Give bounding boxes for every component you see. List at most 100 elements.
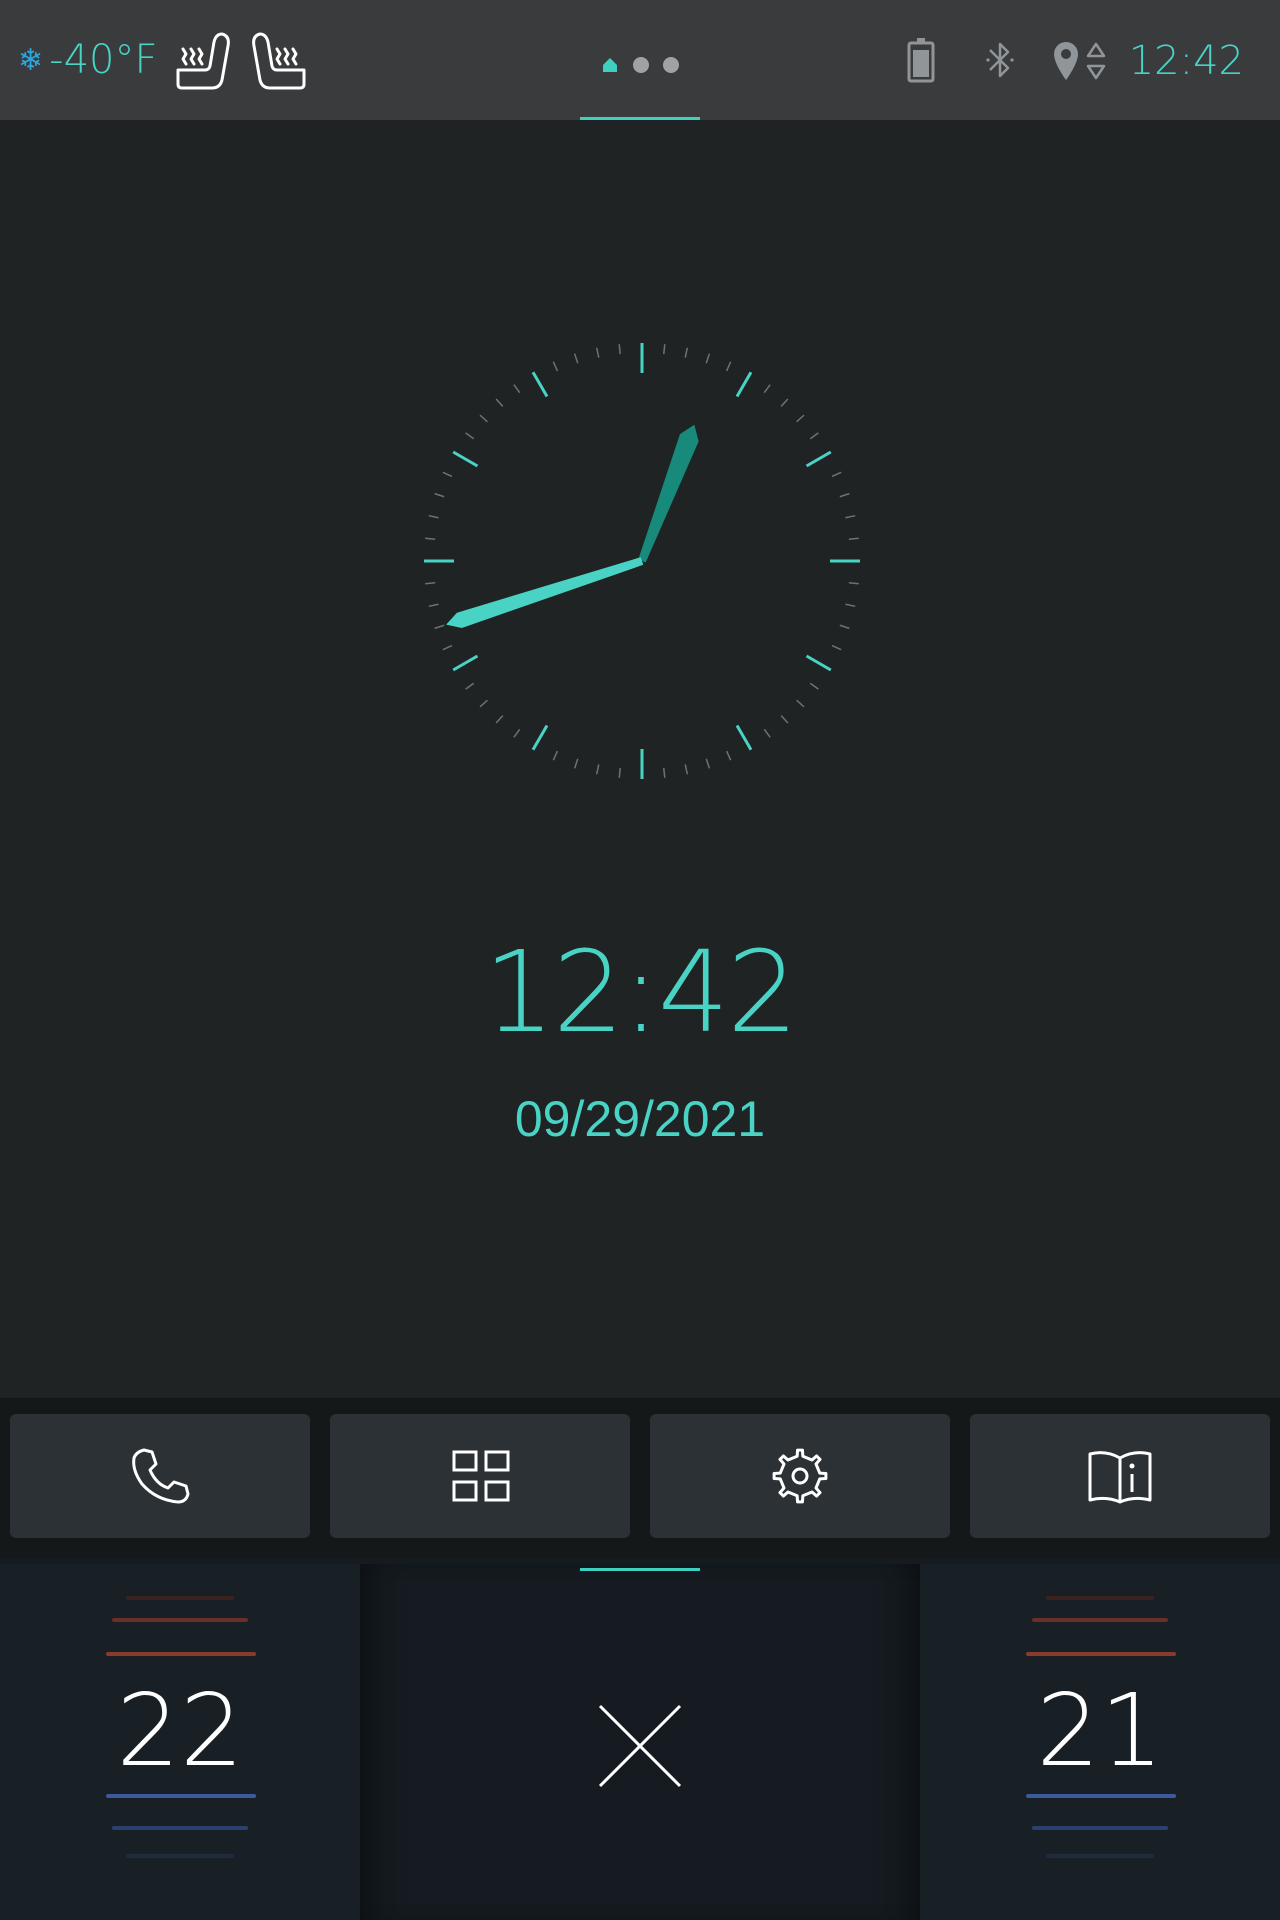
seat-heat-right-icon[interactable] — [250, 30, 310, 92]
apps-button[interactable] — [330, 1414, 630, 1538]
clock-minute-tick — [495, 398, 504, 407]
clock-minute-tick — [513, 384, 521, 394]
clock-minute-tick — [848, 581, 859, 585]
clock-minute-tick — [839, 624, 850, 630]
seat-heat-left-icon[interactable] — [172, 30, 232, 92]
clock-minute-tick — [434, 492, 445, 498]
clock-minute-tick — [809, 682, 819, 690]
clock-minute-tick — [428, 514, 439, 519]
clock-minute-tick — [479, 699, 488, 708]
snowflake-icon: ❄ — [18, 42, 44, 78]
page-dot[interactable] — [633, 57, 649, 73]
apps-grid-icon — [452, 1450, 510, 1502]
clock-minute-tick — [705, 353, 711, 364]
clock-minute-tick — [831, 644, 842, 651]
clock-minute-tick — [595, 347, 600, 358]
clock-minute-tick — [809, 432, 819, 440]
clock-minute-tick — [595, 764, 600, 775]
manual-info-icon — [1088, 1451, 1152, 1504]
clock-minute-tick — [495, 715, 504, 724]
clock-minute-tick — [434, 624, 445, 630]
clock-minute-tick — [662, 344, 666, 355]
clock-minute-tick — [465, 432, 475, 440]
temp-level-line — [1046, 1596, 1154, 1600]
clock-minute-tick — [705, 758, 711, 769]
clock-minute-tick — [552, 361, 559, 372]
clock-minute-tick — [684, 764, 689, 775]
temp-level-line — [1046, 1854, 1154, 1858]
clock-minute-tick — [442, 471, 453, 478]
clock-minute-tick — [552, 750, 559, 761]
temp-level-line — [1032, 1826, 1168, 1830]
climate-bar: 22 21 — [0, 1558, 1280, 1920]
left-climate-zone[interactable]: 22 — [0, 1564, 360, 1920]
clock-minute-tick — [513, 728, 521, 738]
digital-time: 12:42 — [483, 928, 799, 1058]
clock-minute-tick — [839, 492, 850, 498]
home-icon[interactable] — [601, 56, 619, 74]
settings-gear-icon — [772, 1448, 828, 1504]
clock-hour-tick — [452, 654, 479, 672]
clock-minute-tick — [618, 767, 622, 778]
clock-minute-tick — [428, 603, 439, 608]
clock-hour-tick — [805, 450, 832, 468]
clock-minute-tick — [831, 471, 842, 478]
clock-minute-tick — [780, 398, 789, 407]
clock-minute-tick — [725, 361, 732, 372]
temp-level-line — [1032, 1618, 1168, 1622]
clock-minute-tick — [780, 715, 789, 724]
clock-minute-tick — [465, 682, 475, 690]
right-temp-value: 21 — [1036, 1672, 1164, 1789]
clock-minute-tick — [845, 514, 856, 519]
clock-minute-tick — [618, 344, 622, 355]
app-dock — [0, 1398, 1280, 1558]
clock-minute-tick — [796, 414, 805, 423]
status-bar: ❄ -40°F 12:42 — [0, 0, 1280, 120]
clock-minute-tick — [725, 750, 732, 761]
clock-hour-tick — [735, 371, 753, 398]
clock-minute-tick — [573, 353, 579, 364]
temp-level-line — [1026, 1794, 1176, 1798]
climate-center — [360, 1564, 920, 1920]
clock-minute-tick — [684, 347, 689, 358]
manual-button[interactable] — [970, 1414, 1270, 1538]
phone-button[interactable] — [10, 1414, 310, 1538]
clock-minute-hand — [446, 557, 644, 628]
temp-level-line — [106, 1652, 256, 1656]
clock-hour-tick — [452, 450, 479, 468]
page-indicator[interactable] — [590, 52, 690, 78]
phone-icon — [132, 1448, 190, 1504]
clock-hour-hand — [638, 424, 699, 563]
clock-minute-tick — [425, 537, 436, 541]
clock-minute-tick — [796, 699, 805, 708]
bluetooth-icon — [986, 42, 1014, 78]
close-icon[interactable] — [598, 1704, 682, 1788]
temp-level-line — [106, 1794, 256, 1798]
clock-hour-tick — [531, 724, 549, 751]
clock-hour-tick — [805, 654, 832, 672]
clock-minute-tick — [662, 767, 666, 778]
climate-handle[interactable] — [580, 1568, 700, 1571]
analog-clock — [424, 343, 860, 779]
right-climate-zone[interactable]: 21 — [920, 1564, 1280, 1920]
page-dot[interactable] — [663, 57, 679, 73]
clock-minute-tick — [442, 644, 453, 651]
clock-minute-tick — [763, 384, 771, 394]
status-time: 12:42 — [1128, 38, 1244, 84]
left-temp-value: 22 — [116, 1672, 244, 1789]
clock-minute-tick — [845, 603, 856, 608]
temp-level-line — [112, 1618, 248, 1622]
clock-hour-tick — [531, 371, 549, 398]
temp-level-line — [126, 1596, 234, 1600]
clock-minute-tick — [763, 728, 771, 738]
temp-level-line — [126, 1854, 234, 1858]
location-icon — [1054, 42, 1106, 80]
settings-button[interactable] — [650, 1414, 950, 1538]
clock-screen: 12:42 09/29/2021 — [0, 120, 1280, 1398]
temp-level-line — [112, 1826, 248, 1830]
outside-temp-value: -40°F — [49, 37, 158, 83]
outside-temperature[interactable]: ❄ -40°F — [18, 36, 157, 84]
date: 09/29/2021 — [514, 1091, 766, 1147]
temp-level-line — [1026, 1652, 1176, 1656]
clock-minute-tick — [479, 414, 488, 423]
